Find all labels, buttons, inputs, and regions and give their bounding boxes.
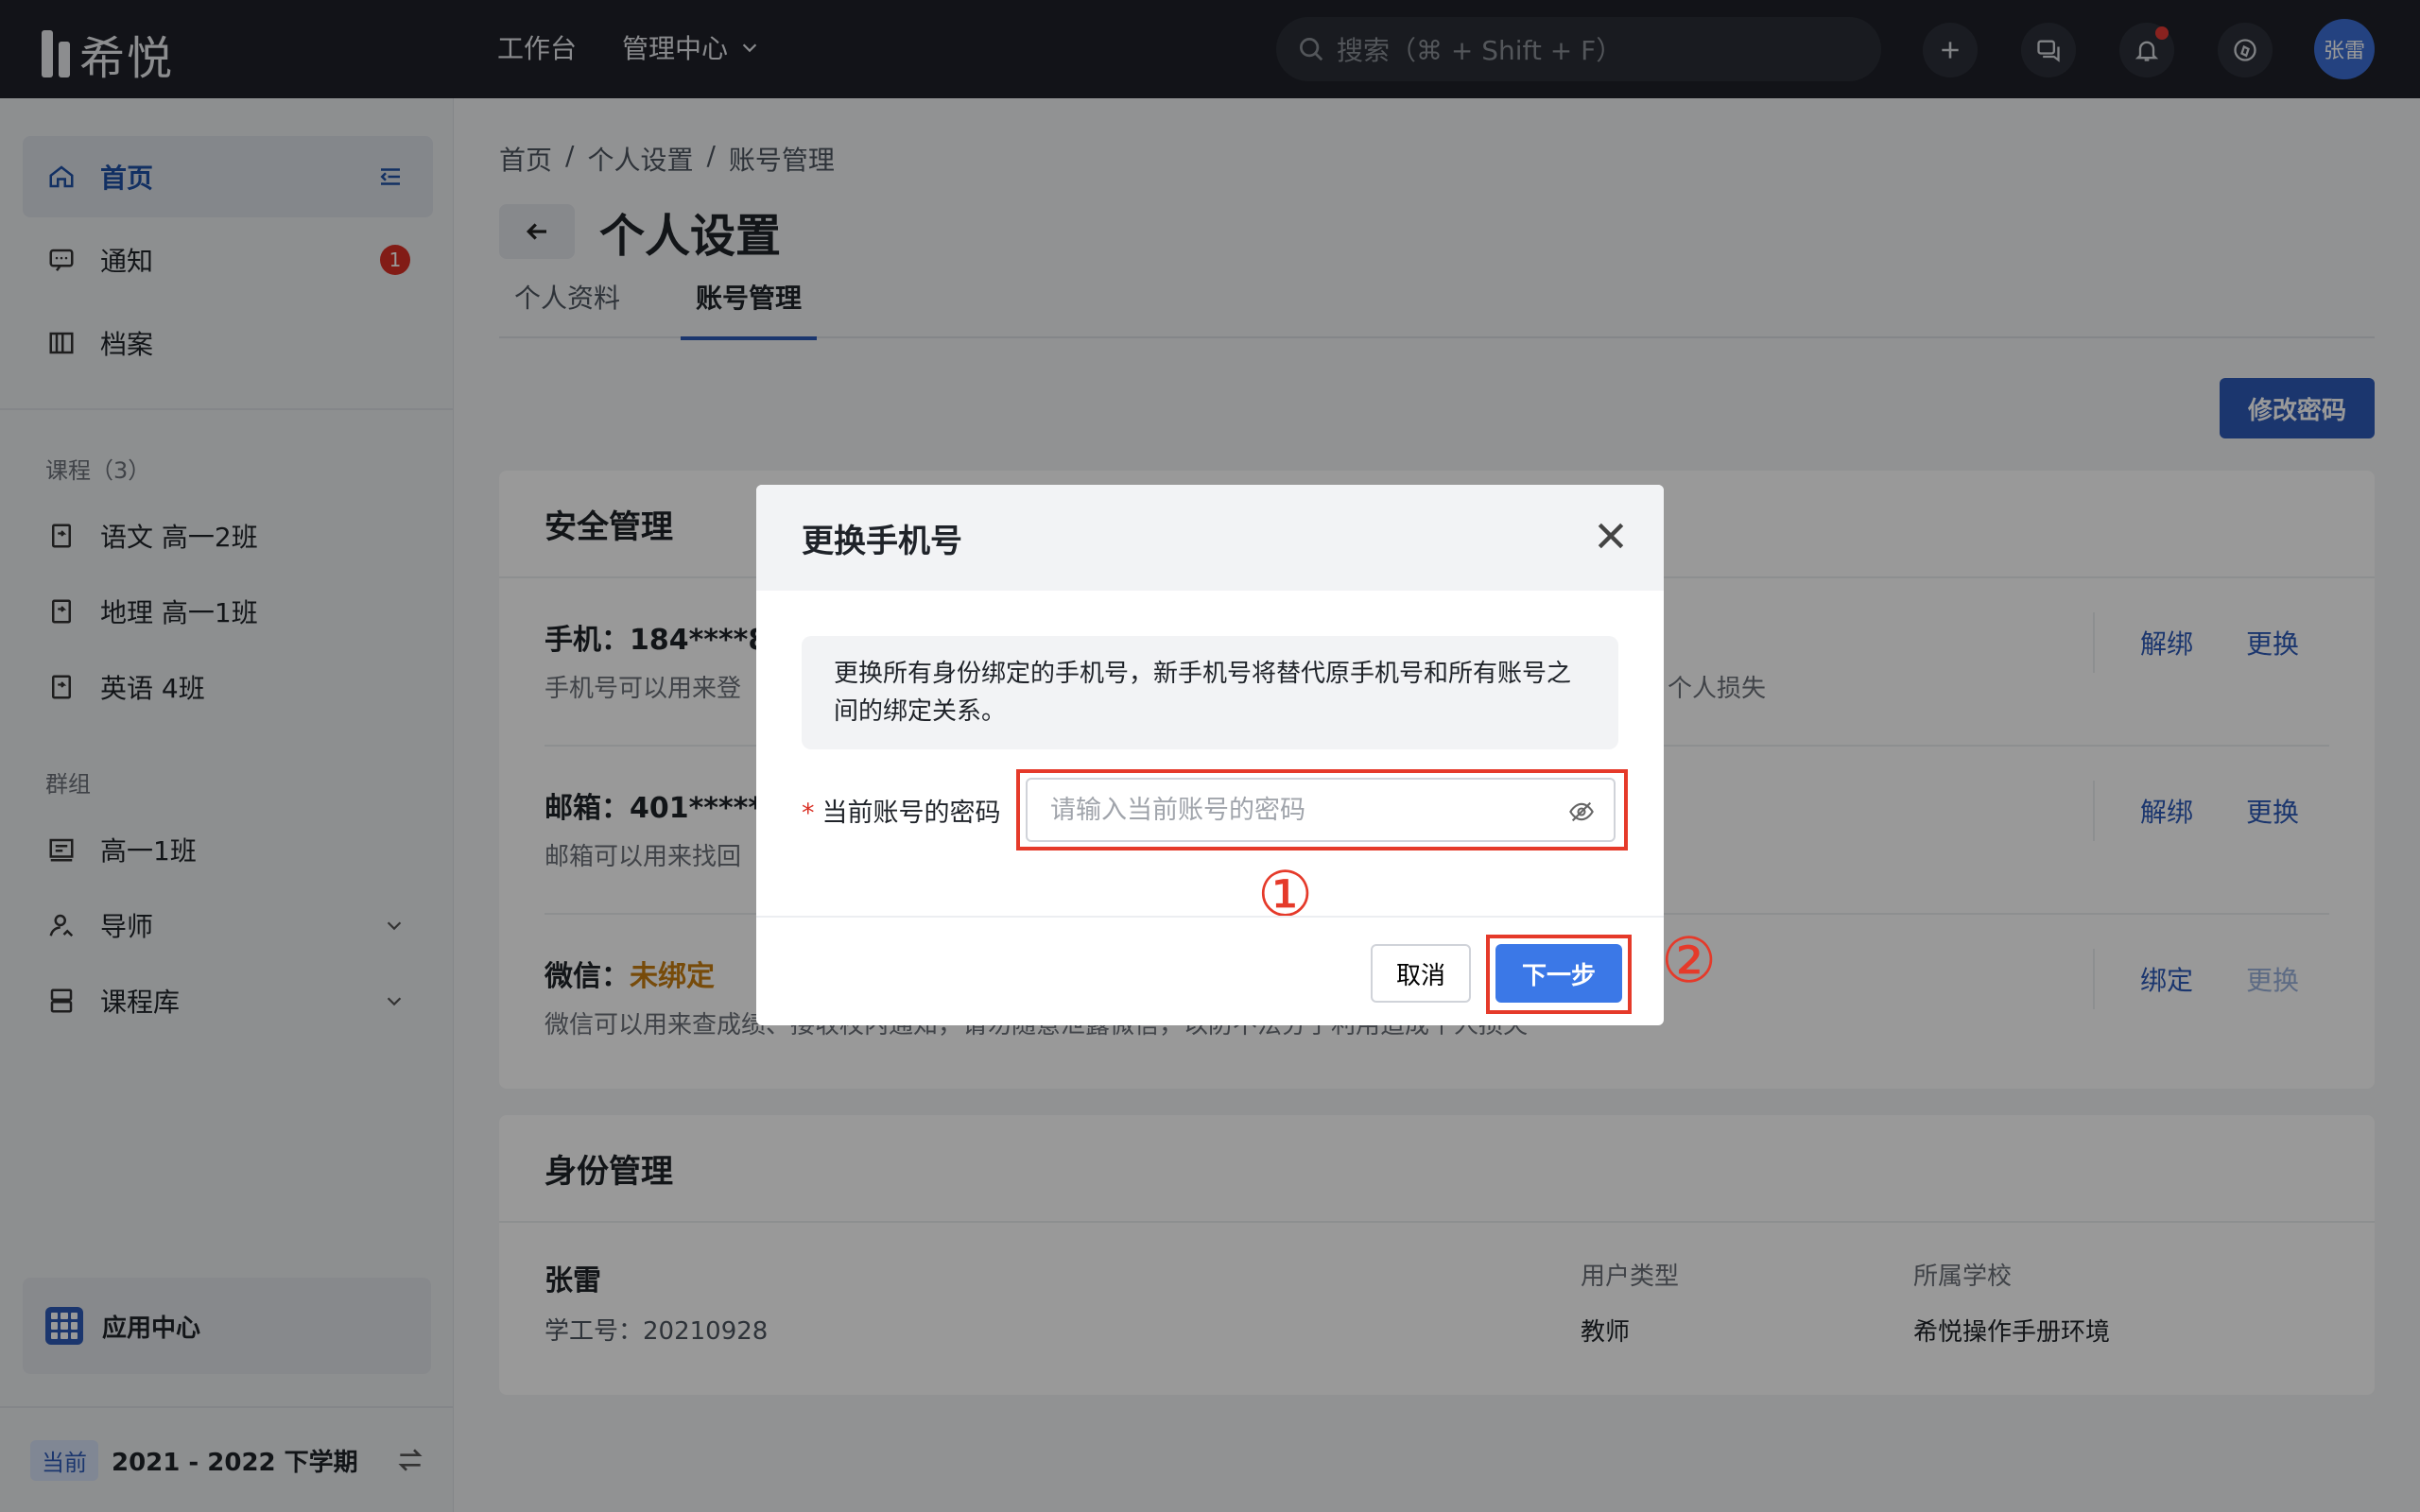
change-phone-modal: 更换手机号 更换所有身份绑定的手机号，新手机号将替代原手机号和所有账号之间的绑定… bbox=[756, 485, 1664, 1025]
close-icon[interactable] bbox=[1592, 517, 1630, 555]
cancel-button[interactable]: 取消 bbox=[1371, 944, 1471, 1003]
highlight-box-step-1 bbox=[1016, 769, 1628, 850]
step-marker-2: ② bbox=[1661, 924, 1718, 997]
highlight-box-step-2 bbox=[1486, 935, 1632, 1014]
modal-title: 更换手机号 bbox=[802, 522, 962, 560]
password-field-label-text: 当前账号的密码 bbox=[821, 799, 1001, 828]
modal-footer: 取消 下一步 bbox=[756, 916, 1664, 1025]
password-field-label: * 当前账号的密码 bbox=[802, 792, 1001, 829]
required-asterisk: * bbox=[802, 799, 815, 828]
modal-notice: 更换所有身份绑定的手机号，新手机号将替代原手机号和所有账号之间的绑定关系。 bbox=[802, 636, 1618, 749]
modal-header: 更换手机号 bbox=[756, 485, 1664, 591]
